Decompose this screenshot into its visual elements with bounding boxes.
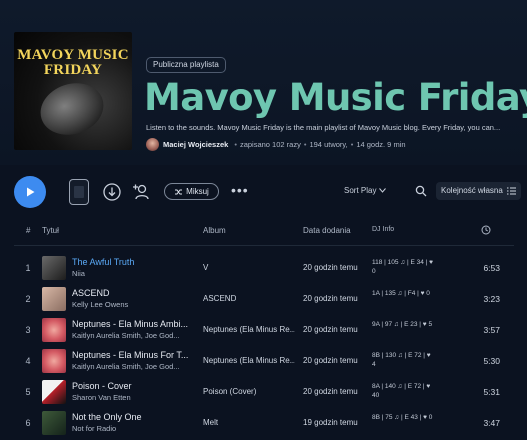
track-row[interactable]: 1 The Awful Truth Niia V 20 godzin temu … xyxy=(0,254,527,285)
track-duration: 6:53 xyxy=(483,263,500,273)
track-date-added: 20 godzin temu xyxy=(303,387,358,396)
shuffle-mix-button[interactable]: Miksuj xyxy=(164,183,219,200)
sort-play-button[interactable]: Sort Play xyxy=(344,186,387,195)
sort-play-label: Sort Play xyxy=(344,186,377,195)
track-dj-info: 118 | 105 ♫ | E 34 | ♥ 0 xyxy=(372,259,434,275)
track-row[interactable]: 2 ASCEND Kelly Lee Owens ASCEND 20 godzi… xyxy=(0,285,527,316)
track-number: 1 xyxy=(25,263,31,273)
mix-label: Miksuj xyxy=(186,187,209,196)
cover-text: MAVOY MUSIC FRIDAY xyxy=(17,47,129,78)
track-title[interactable]: Neptunes - Ela Minus For T... xyxy=(72,349,190,361)
track-dj-info: 1A | 135 ♫ | F4 | ♥ 0 xyxy=(372,290,430,297)
track-title[interactable]: Poison - Cover xyxy=(72,380,190,392)
track-artwork xyxy=(42,411,66,435)
track-artwork xyxy=(42,318,66,342)
chevron-down-icon xyxy=(379,188,387,193)
track-date-added: 19 godzin temu xyxy=(303,418,358,427)
column-title[interactable]: Tytuł xyxy=(42,226,59,235)
clock-icon[interactable] xyxy=(481,225,491,235)
track-date-added: 20 godzin temu xyxy=(303,356,358,365)
track-title[interactable]: The Awful Truth xyxy=(72,256,190,268)
track-number: 6 xyxy=(25,418,31,428)
track-number: 5 xyxy=(25,387,31,397)
add-collaborator-button[interactable] xyxy=(131,182,151,202)
track-artist[interactable]: Kaitlyn Aurelia Smith, Joe God... xyxy=(72,331,190,341)
track-date-added: 20 godzin temu xyxy=(303,294,358,303)
download-button[interactable] xyxy=(103,183,121,201)
total-duration: 14 godz. 9 min xyxy=(356,139,406,149)
separator-dot: • xyxy=(303,139,307,149)
track-title[interactable]: ASCEND xyxy=(72,287,190,299)
track-dj-info: 8B | 130 ♫ | E 72 | ♥ 4 xyxy=(372,352,431,368)
playlist-title: Mavoy Music Friday xyxy=(144,76,527,119)
track-artwork xyxy=(42,380,66,404)
track-artist[interactable]: Niia xyxy=(72,269,190,279)
track-album[interactable]: Melt xyxy=(203,418,295,427)
column-album[interactable]: Album xyxy=(203,226,226,235)
separator-dot: • xyxy=(234,139,237,149)
owner-name[interactable]: Maciej Wojcieszek xyxy=(163,140,228,149)
sort-order-label: Kolejność własna xyxy=(441,186,503,195)
track-title[interactable]: Not the Only One xyxy=(72,411,190,423)
track-artwork xyxy=(42,349,66,373)
track-title[interactable]: Neptunes - Ela Minus Ambi... xyxy=(72,318,190,330)
track-album[interactable]: Neptunes (Ela Minus Re... xyxy=(203,325,295,334)
track-duration: 3:47 xyxy=(483,418,500,428)
play-button[interactable] xyxy=(14,176,46,208)
tracklist-header: # Tytuł Album Data dodania DJ Info xyxy=(0,222,527,240)
add-user-icon xyxy=(133,184,149,200)
track-artist[interactable]: Not for Radio xyxy=(72,424,190,434)
tracks-count: 194 utwory, xyxy=(309,139,348,149)
track-number: 3 xyxy=(25,325,31,335)
column-dj-info[interactable]: DJ Info xyxy=(372,226,394,233)
track-date-added: 20 godzin temu xyxy=(303,263,358,272)
saves-count: zapisano 102 razy xyxy=(239,139,301,149)
sort-order-dropdown[interactable]: Kolejność własna xyxy=(436,182,521,200)
track-number: 4 xyxy=(25,356,31,366)
playlist-visibility-badge: Publiczna playlista xyxy=(146,57,226,73)
track-album[interactable]: Poison (Cover) xyxy=(203,387,295,396)
play-icon xyxy=(27,187,35,197)
track-dj-info: 8B | 75 ♫ | E 43 | ♥ 0 xyxy=(372,414,433,421)
track-artist[interactable]: Kaitlyn Aurelia Smith, Joe God... xyxy=(72,362,190,372)
shuffle-icon xyxy=(175,189,183,194)
more-options-button[interactable]: ••• xyxy=(231,183,249,197)
track-duration: 3:23 xyxy=(483,294,500,304)
track-row[interactable]: 4 Neptunes - Ela Minus For T... Kaitlyn … xyxy=(0,347,527,378)
track-duration: 5:30 xyxy=(483,356,500,366)
search-icon[interactable] xyxy=(415,185,427,197)
track-artwork xyxy=(42,256,66,280)
track-duration: 3:57 xyxy=(483,325,500,335)
track-album[interactable]: Neptunes (Ela Minus Re... xyxy=(203,356,295,365)
track-date-added: 20 godzin temu xyxy=(303,325,358,334)
playlist-thumbnail-button[interactable] xyxy=(69,179,89,205)
track-dj-info: 9A | 97 ♫ | E 23 | ♥ 5 xyxy=(372,321,433,328)
thumbnail-image xyxy=(74,186,84,198)
owner-avatar[interactable] xyxy=(146,137,159,151)
track-row[interactable]: 5 Poison - Cover Sharon Van Etten Poison… xyxy=(0,378,527,409)
playlist-cover: MAVOY MUSIC FRIDAY xyxy=(14,32,132,150)
track-row[interactable]: 3 Neptunes - Ela Minus Ambi... Kaitlyn A… xyxy=(0,316,527,347)
playlist-meta: Maciej Wojcieszek • zapisano 102 razy • … xyxy=(146,137,406,151)
track-artist[interactable]: Kelly Lee Owens xyxy=(72,300,190,310)
gramophone-image xyxy=(33,75,111,143)
list-icon xyxy=(507,187,516,195)
track-album[interactable]: ASCEND xyxy=(203,294,295,303)
track-number: 2 xyxy=(25,294,31,304)
track-artist[interactable]: Sharon Van Etten xyxy=(72,393,190,403)
column-date-added[interactable]: Data dodania xyxy=(303,226,351,235)
track-duration: 5:31 xyxy=(483,387,500,397)
header-divider xyxy=(14,245,514,246)
track-dj-info: 8A | 140 ♫ | E 72 | ♥ 40 xyxy=(372,383,431,399)
separator-dot: • xyxy=(350,139,354,149)
track-row[interactable]: 6 Not the Only One Not for Radio Melt 19… xyxy=(0,409,527,440)
track-artwork xyxy=(42,287,66,311)
playlist-description: Listen to the sounds. Mavoy Music Friday… xyxy=(146,123,501,132)
track-album[interactable]: V xyxy=(203,263,295,272)
download-icon xyxy=(103,183,121,201)
column-number: # xyxy=(26,226,31,235)
